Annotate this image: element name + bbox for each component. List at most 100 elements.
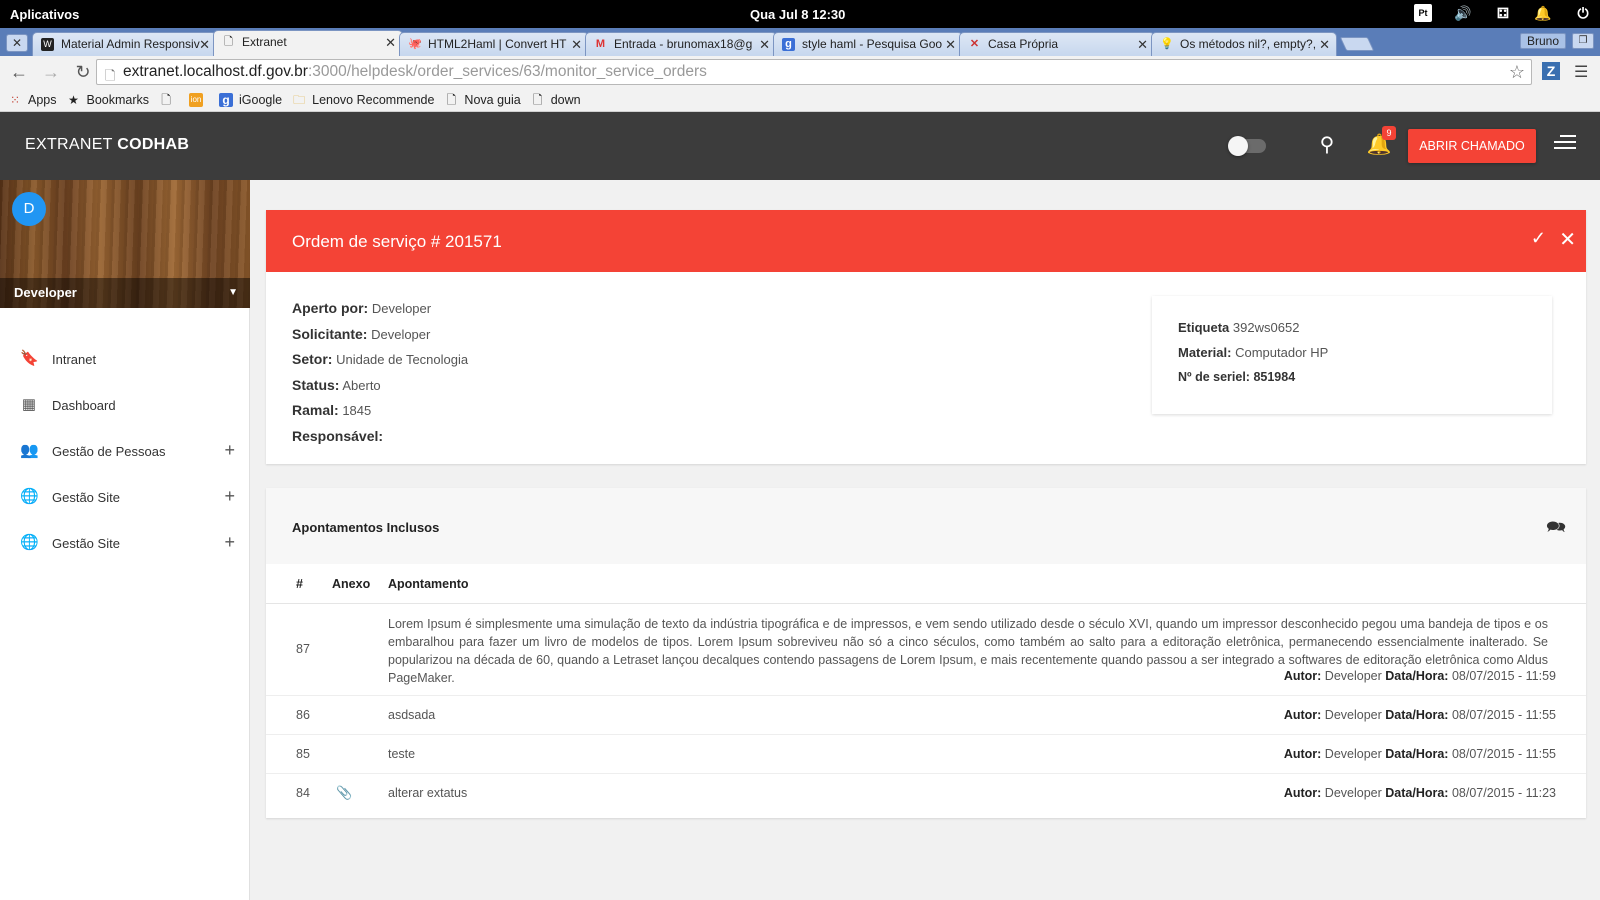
bookmark-label: iGoogle [239,92,283,107]
notification-bell-icon[interactable]: 🔔 [1534,4,1552,22]
brand-light: EXTRANET [25,136,113,153]
field-label: Aperto por: [292,300,369,316]
window-restore-icon[interactable]: ❐ [1572,33,1594,49]
field-value: 392ws0652 [1232,320,1300,335]
note-datetime: 08/07/2015 - 11:55 [1451,747,1556,761]
tab-close-icon[interactable]: ✕ [385,31,396,54]
sidebar-item-gestao-site[interactable]: 🌐 Gestão Site + [0,474,249,520]
system-top-bar: Aplicativos Qua Jul 8 12:30 Pt 🔊 ⚃ 🔔 ⏻ [0,0,1600,28]
network-icon[interactable]: ⚃ [1494,4,1512,22]
back-arrow-icon[interactable]: ← [6,62,32,83]
field-opened-by: Aperto por: Developer [292,296,468,322]
close-icon[interactable]: ✕ [1559,227,1576,252]
hamburger-menu-icon[interactable] [1554,135,1576,155]
tab-close-icon[interactable]: ✕ [571,33,582,56]
tab-close-icon[interactable]: ✕ [199,33,210,56]
globe-icon: 🌐 [20,534,39,551]
ion-icon: ion [189,92,204,107]
browser-tab[interactable]: 💡 Os métodos nil?, empty?, ✕ [1151,32,1337,56]
bookmark-down[interactable]: 🗋 down [531,93,581,107]
table-row[interactable]: 87 Lorem Ipsum é simplesmente uma simula… [266,604,1586,696]
table-row[interactable]: 85 teste Autor: Developer Data/Hora: 08/… [266,735,1586,774]
table-row[interactable]: 86 asdsada Autor: Developer Data/Hora: 0… [266,696,1586,735]
open-ticket-button[interactable]: ABRIR CHAMADO [1408,129,1536,163]
table-row[interactable]: 84 📎 alterar extatus Autor: Developer Da… [266,774,1586,813]
attachment-clip-icon[interactable]: 📎 [336,785,352,801]
tab-favicon-icon: g [782,38,795,51]
field-label: Material: [1178,344,1232,360]
user-menu[interactable]: Developer ▼ [0,278,250,308]
equipment-card: Etiqueta 392ws0652 Material: Computador … [1152,296,1552,414]
note-id: 87 [296,642,310,656]
tab-close-icon[interactable]: ✕ [1137,33,1148,56]
note-meta: Autor: Developer Data/Hora: 08/07/2015 -… [1284,669,1556,683]
author-label: Autor: [1283,747,1322,761]
expand-plus-icon[interactable]: + [224,440,235,461]
note-author: Developer [1324,708,1382,722]
chat-icon[interactable]: 🗪 [1546,516,1566,543]
reload-icon[interactable]: ↻ [70,62,96,83]
bookmark-page[interactable]: 🗋 [159,93,179,107]
system-tray: Pt 🔊 ⚃ 🔔 ⏻ [1414,4,1592,22]
star-icon: ★ [68,92,79,107]
volume-icon[interactable]: 🔊 [1454,4,1472,22]
main-content: Ordem de serviço # 201571 ✓ ✕ Aperto por… [250,180,1600,900]
browser-tab[interactable]: M Entrada - brunomax18@g ✕ [585,32,777,56]
field-label: Solicitante: [292,325,368,342]
avatar[interactable]: D [12,192,46,226]
field-value: 1845 [342,403,372,418]
sidebar-item-gestao-site-2[interactable]: 🌐 Gestão Site + [0,520,249,566]
tab-label: Casa Própria [988,37,1059,51]
google-icon: g [219,92,234,107]
bookmark-igoogle[interactable]: g iGoogle [219,92,283,107]
note-text: alterar extatus [388,786,468,800]
browser-tab[interactable]: 🐙 HTML2Haml | Convert HT ✕ [399,32,589,56]
globe-icon: 🌐 [20,488,39,505]
browser-tab-active[interactable]: 🗋 Extranet ✕ [213,30,403,56]
bookmark-apps[interactable]: ⁙ Apps [8,93,57,107]
browser-tab[interactable]: ✕ Casa Própria ✕ [959,32,1155,56]
new-tab-button[interactable] [1339,37,1375,51]
field-value: Unidade de Tecnologia [336,352,469,367]
power-icon[interactable]: ⏻ [1574,4,1592,22]
tab-close-icon[interactable]: ✕ [1319,33,1330,56]
address-bar[interactable]: 🗋 extranet.localhost.df.gov.br:3000/help… [96,59,1532,85]
tab-favicon-icon: 🗋 [224,36,233,48]
sidebar-item-gestao-pessoas[interactable]: 👥 Gestão de Pessoas + [0,428,249,474]
bookmark-lenovo[interactable]: 🗀 Lenovo Recommende [292,93,434,107]
check-icon[interactable]: ✓ [1531,228,1546,249]
datetime-label: Data/Hora: [1385,747,1449,761]
bookmark-nova-guia[interactable]: 🗋 Nova guia [444,93,521,107]
tab-close-icon[interactable]: ✕ [945,33,956,56]
sidebar-menu: 🔖 Intranet ▦ Dashboard 👥 Gestão de Pessoas +… [0,308,249,566]
window-close-icon[interactable]: ✕ [6,34,28,52]
bookmark-icon: 🔖 [20,350,39,367]
expand-plus-icon[interactable]: + [224,486,235,507]
pt-keyboard-icon[interactable]: Pt [1414,4,1432,22]
note-author: Developer [1324,786,1382,800]
browser-menu-icon[interactable]: ☰ [1574,62,1588,82]
brand-logo[interactable]: EXTRANET CODHAB [25,136,189,154]
theme-toggle[interactable] [1228,136,1266,156]
bookmark-label: Lenovo Recommende [312,92,435,107]
bookmark-star-icon[interactable]: ☆ [1509,60,1525,84]
dashboard-icon: ▦ [21,396,37,413]
applications-menu[interactable]: Aplicativos [10,7,79,22]
sidebar-item-intranet[interactable]: 🔖 Intranet [0,336,249,382]
browser-tab[interactable]: g style haml - Pesquisa Goo ✕ [773,32,963,56]
bookmark-bookmarks[interactable]: ★ Bookmarks [67,92,149,107]
order-title: Ordem de serviço # 201571 [292,232,502,251]
caret-down-icon: ▼ [228,287,238,298]
bookmark-ion[interactable]: ion [189,92,209,107]
forward-arrow-icon[interactable]: → [38,62,64,83]
expand-plus-icon[interactable]: + [224,532,235,553]
profile-button[interactable]: Bruno [1519,33,1566,49]
sidebar-item-dashboard[interactable]: ▦ Dashboard [0,382,249,428]
extension-z-icon[interactable]: Z [1542,62,1560,80]
browser-tab[interactable]: W Material Admin Responsiv ✕ [32,32,217,56]
field-value: Computador HP [1235,344,1329,360]
tab-close-icon[interactable]: ✕ [759,33,770,56]
bookmark-label: down [550,92,581,107]
system-clock[interactable]: Qua Jul 8 12:30 [750,7,845,22]
search-icon[interactable]: ⚲ [1314,132,1340,158]
